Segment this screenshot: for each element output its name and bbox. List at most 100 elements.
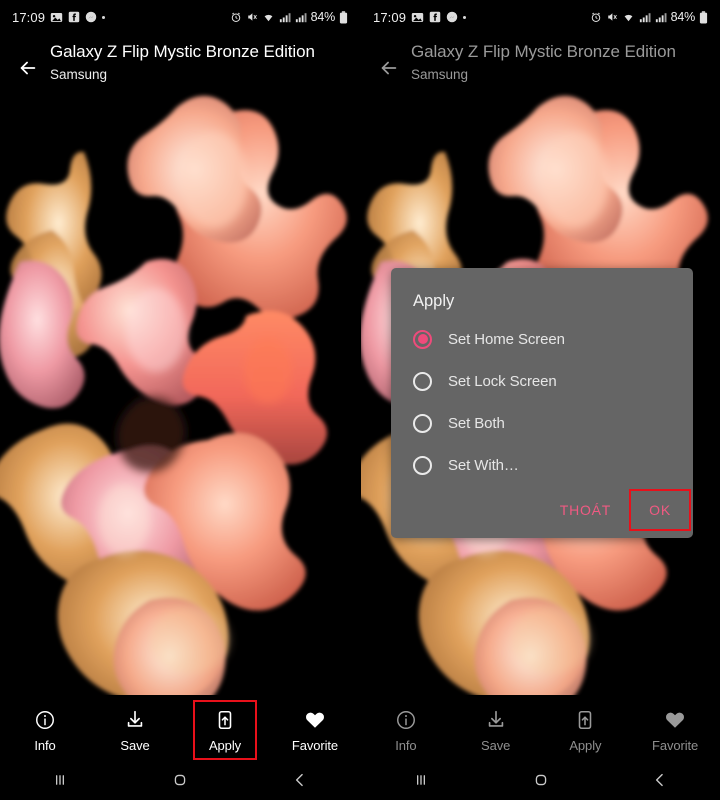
status-bar-right: 84% — [590, 10, 708, 24]
system-navigation-bar — [361, 765, 720, 800]
dot-indicator-icon — [102, 15, 106, 19]
dialog-ok-label: OK — [649, 502, 671, 518]
heart-icon — [304, 707, 326, 733]
battery-icon — [339, 10, 348, 24]
signal-icon — [295, 12, 307, 23]
dialog-option-set-lock-screen[interactable]: Set Lock Screen — [391, 360, 693, 402]
toolbar-item-favorite[interactable]: Favorite — [270, 695, 360, 765]
facebook-icon — [68, 11, 80, 23]
heart-icon — [664, 707, 686, 733]
header-titles: Galaxy Z Flip Mystic Bronze Edition Sams… — [411, 38, 676, 85]
alarm-icon — [230, 11, 242, 23]
wifi-icon — [262, 11, 275, 23]
page-title: Galaxy Z Flip Mystic Bronze Edition — [411, 42, 676, 61]
radio-button[interactable] — [413, 455, 432, 475]
phone-screen-left: 17:09 84% Galaxy Z Flip Mystic Bronze Ed… — [0, 0, 360, 800]
wifi-icon — [622, 11, 635, 23]
status-bar-clock: 17:09 — [12, 9, 46, 25]
radio-button[interactable] — [413, 371, 432, 391]
bottom-toolbar: Info Save Apply Favorite — [361, 695, 720, 765]
status-bar-left: 17:09 — [373, 9, 467, 25]
toolbar-label-favorite: Favorite — [291, 738, 339, 753]
app-header: Galaxy Z Flip Mystic Bronze Edition Sams… — [361, 34, 720, 90]
nav-home-button[interactable] — [481, 765, 601, 800]
messenger-icon — [85, 11, 97, 23]
battery-percent-label: 84% — [670, 10, 696, 24]
dialog-title: Apply — [413, 292, 455, 310]
dual-screenshot-comparison: 17:09 84% Galaxy Z Flip Mystic Bronze Ed… — [0, 0, 720, 800]
system-navigation-bar — [0, 765, 360, 800]
dialog-action-row: THOÁT OK — [391, 486, 693, 538]
status-bar: 17:09 84% — [361, 0, 720, 34]
download-icon — [485, 707, 507, 733]
signal-icon — [639, 12, 651, 23]
toolbar-item-apply[interactable]: Apply — [180, 695, 270, 765]
dialog-option-set-both[interactable]: Set Both — [391, 402, 693, 444]
mute-icon — [606, 11, 618, 23]
toolbar-label-apply: Apply — [569, 738, 602, 753]
page-subtitle: Samsung — [411, 67, 469, 82]
dialog-cancel-button[interactable]: THOÁT — [544, 492, 627, 528]
toolbar-label-save: Save — [481, 738, 511, 753]
app-header: Galaxy Z Flip Mystic Bronze Edition Sams… — [0, 34, 360, 90]
status-bar-clock: 17:09 — [373, 9, 407, 25]
dialog-option-set-with[interactable]: Set With… — [391, 444, 693, 486]
toolbar-label-info: Info — [395, 738, 417, 753]
battery-percent-label: 84% — [310, 10, 336, 24]
status-bar: 17:09 84% — [0, 0, 360, 34]
download-icon — [124, 707, 146, 733]
toolbar-item-info[interactable]: Info — [361, 695, 451, 765]
page-title: Galaxy Z Flip Mystic Bronze Edition — [50, 42, 315, 61]
back-button[interactable] — [367, 46, 411, 90]
home-square-icon — [531, 770, 551, 795]
toolbar-label-save: Save — [120, 738, 150, 753]
nav-recents-button[interactable] — [361, 765, 481, 800]
chevron-left-icon — [290, 770, 310, 795]
info-icon — [395, 707, 417, 733]
apply-phone-icon — [214, 707, 236, 733]
toolbar-item-save[interactable]: Save — [90, 695, 180, 765]
dialog-option-set-home-screen[interactable]: Set Home Screen — [391, 318, 693, 360]
wallpaper-image[interactable] — [0, 0, 360, 800]
status-bar-left: 17:09 — [12, 9, 106, 25]
phone-screen-right: 17:09 84% Galaxy Z Flip Mystic Bronze Ed… — [360, 0, 720, 800]
battery-icon — [699, 10, 708, 24]
dialog-option-label: Set Lock Screen — [448, 372, 557, 390]
toolbar-item-apply[interactable]: Apply — [541, 695, 631, 765]
facebook-icon — [429, 11, 441, 23]
nav-back-button[interactable] — [600, 765, 720, 800]
dot-indicator-icon — [463, 15, 467, 19]
toolbar-label-favorite: Favorite — [652, 738, 699, 753]
mute-icon — [246, 11, 258, 23]
apply-phone-icon — [574, 707, 596, 733]
toolbar-item-info[interactable]: Info — [0, 695, 90, 765]
apply-dialog: Apply Set Home Screen Set Lock Screen Se… — [391, 268, 693, 538]
dialog-ok-button[interactable]: OK — [629, 489, 692, 531]
messenger-icon — [446, 11, 458, 23]
toolbar-label-apply: Apply — [208, 738, 242, 753]
toolbar-item-save[interactable]: Save — [451, 695, 541, 765]
signal-icon — [279, 12, 291, 23]
radio-button[interactable] — [413, 413, 432, 433]
nav-recents-button[interactable] — [0, 765, 120, 800]
nav-back-button[interactable] — [240, 765, 360, 800]
alarm-icon — [590, 11, 602, 23]
toolbar-label-info: Info — [34, 738, 56, 753]
recents-bars-icon — [50, 770, 70, 795]
back-button[interactable] — [6, 46, 50, 90]
nav-home-button[interactable] — [120, 765, 240, 800]
photo-icon — [50, 11, 63, 24]
header-titles: Galaxy Z Flip Mystic Bronze Edition Sams… — [50, 38, 315, 85]
recents-bars-icon — [411, 770, 431, 795]
toolbar-item-favorite[interactable]: Favorite — [630, 695, 720, 765]
dialog-option-label: Set Both — [448, 414, 505, 432]
chevron-left-icon — [650, 770, 670, 795]
home-square-icon — [170, 770, 190, 795]
bottom-toolbar: Info Save Apply Favorite — [0, 695, 360, 765]
info-icon — [34, 707, 56, 733]
signal-icon — [655, 12, 667, 23]
page-subtitle: Samsung — [50, 67, 108, 82]
dialog-option-label: Set With… — [448, 456, 519, 474]
radio-button-selected[interactable] — [413, 329, 432, 349]
photo-icon — [411, 11, 424, 24]
